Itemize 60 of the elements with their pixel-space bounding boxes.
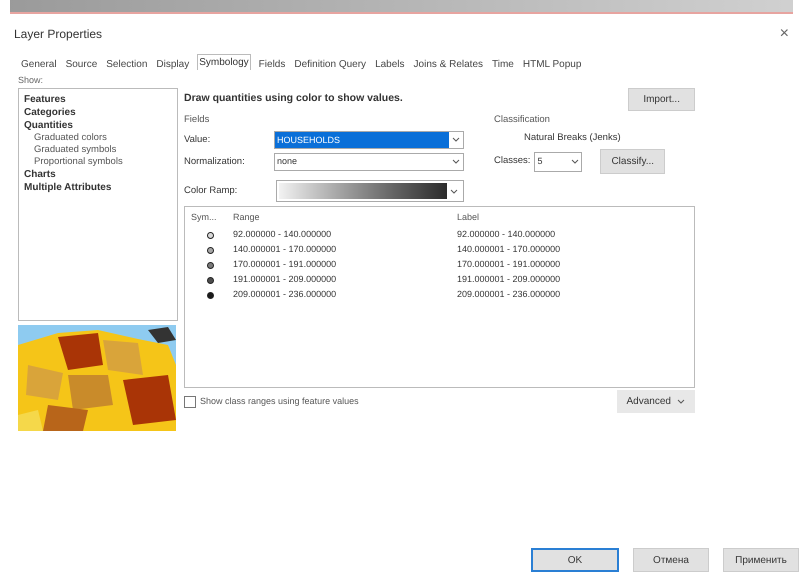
dropdown-caret-icon [571, 159, 580, 164]
dialog-button[interactable]: Отмена [633, 548, 709, 572]
show-list-subitem[interactable]: Proportional symbols [24, 156, 172, 168]
column-header: Sym... [191, 211, 218, 224]
tab[interactable]: Labels [374, 57, 406, 72]
tab[interactable]: Source [64, 57, 98, 72]
color-ramp-dropdown[interactable] [276, 180, 464, 202]
range-cell-text: 140.000001 - 170.000000 [233, 243, 338, 256]
tab[interactable]: Fields [258, 57, 286, 72]
classes-label: Classes: [494, 154, 530, 168]
tab[interactable]: Time [491, 57, 515, 72]
tab[interactable]: Symbology [197, 54, 251, 70]
show-list-subitem[interactable]: Graduated colors [24, 132, 172, 144]
dropdown-caret-icon [452, 137, 460, 142]
dropdown-caret-icon [677, 399, 685, 404]
tab[interactable]: HTML Popup [522, 57, 582, 72]
label-cell-text: 92.000000 - 140.000000 [457, 228, 556, 242]
classify-button[interactable]: Classify... [600, 149, 666, 174]
range-cell-text: 170.000001 - 191.000000 [233, 258, 338, 272]
dialog-button[interactable]: Применить [723, 548, 799, 572]
show-list-item[interactable]: Multiple Attributes [24, 180, 172, 194]
range-cell-text: 191.000001 - 209.000000 [233, 273, 338, 286]
classification-label: Classification [494, 112, 551, 126]
normalization-label: Normalization: [184, 154, 246, 169]
tab[interactable]: Definition Query [293, 57, 368, 72]
range-cell-text: 209.000001 - 236.000000 [233, 288, 338, 302]
checkbox[interactable] [184, 396, 196, 408]
classification-method: Natural Breaks (Jenks) [523, 130, 622, 145]
label-cell-text: 209.000001 - 236.000000 [457, 288, 560, 302]
column-header: Range [233, 211, 261, 224]
tab[interactable]: Display [155, 57, 190, 72]
show-label: Show: [17, 74, 44, 87]
show-list-item[interactable]: Categories [24, 106, 172, 118]
dialog-button[interactable]: OK [531, 548, 619, 572]
label-cell-text: 191.000001 - 209.000000 [457, 273, 560, 286]
fields-label: Fields [184, 112, 210, 126]
show-list-item[interactable]: Quantities [24, 118, 172, 132]
label-cell-text: 140.000001 - 170.000000 [457, 243, 560, 256]
range-cell-text: 92.000000 - 140.000000 [233, 228, 332, 242]
checkbox-label: Show class ranges using feature values [200, 394, 359, 408]
window-title: Layer Properties [14, 26, 102, 43]
value-label: Value: [184, 132, 212, 147]
normalization-dropdown[interactable]: none [274, 152, 464, 171]
advanced-button[interactable]: Advanced [616, 390, 695, 413]
close-button[interactable]: × [780, 22, 789, 46]
value-dropdown[interactable]: HOUSEHOLDS [274, 130, 464, 149]
tab[interactable]: General [20, 57, 58, 72]
symbology-heading: Draw quantities using color to show values. [184, 91, 403, 106]
tab[interactable]: Joins & Relates [412, 57, 484, 72]
classes-dropdown[interactable]: 5 [534, 152, 582, 172]
show-list-item[interactable]: Features [24, 92, 172, 106]
tab[interactable]: Selection [105, 57, 148, 72]
column-header: Label [457, 211, 480, 224]
import-button[interactable]: Import... [628, 88, 695, 110]
color-ramp-label: Color Ramp: [184, 184, 238, 198]
dropdown-caret-icon [452, 159, 460, 164]
show-list-subitem[interactable]: Graduated symbols [24, 144, 172, 156]
show-list-item[interactable]: Charts [24, 168, 172, 180]
label-cell-text: 170.000001 - 191.000000 [457, 258, 560, 272]
dropdown-caret-icon [450, 188, 458, 194]
